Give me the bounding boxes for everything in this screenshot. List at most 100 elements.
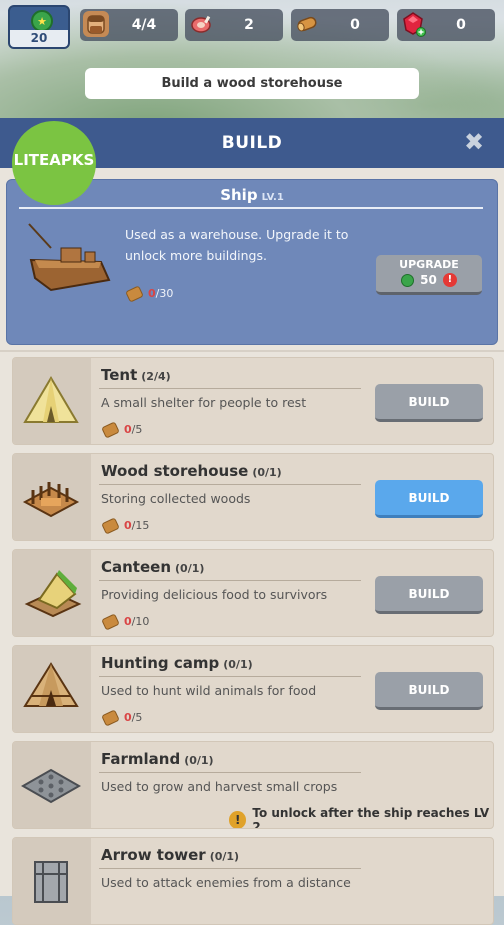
building-description: Storing collected woods: [101, 491, 251, 506]
divider: [99, 484, 361, 485]
watermark-text: LITEAPKS: [13, 151, 95, 169]
building-row-arrow-tower[interactable]: Arrow tower (0/1) Used to attack enemies …: [12, 837, 494, 925]
canteen-icon: [24, 570, 82, 618]
divider: [99, 676, 361, 677]
close-icon[interactable]: ✖: [462, 130, 486, 154]
building-thumb: [13, 454, 91, 540]
unlock-requirement: ! To unlock after the ship reaches LV 2: [229, 806, 493, 829]
divider: [99, 388, 361, 389]
wood-log-icon: [101, 420, 120, 439]
cost-have: 0: [124, 711, 132, 724]
building-thumb: [13, 646, 91, 732]
meat-counter[interactable]: 2: [185, 9, 283, 41]
wood-log-icon: [125, 284, 144, 303]
wood-counter[interactable]: 0: [291, 9, 389, 41]
population-value: 4/4: [131, 17, 157, 33]
tent-icon: [23, 376, 79, 423]
cost-have: 0: [124, 423, 132, 436]
building-thumb: [13, 550, 91, 636]
building-title: Canteen: [101, 558, 172, 576]
alert-icon: !: [442, 273, 457, 287]
wood-value: 0: [350, 17, 360, 33]
cost-need: /15: [131, 519, 150, 532]
survivor-icon: [83, 11, 109, 37]
wood-storehouse-icon: [22, 482, 80, 518]
divider: [0, 350, 504, 352]
building-row-tent[interactable]: Tent (2/4) A small shelter for people to …: [12, 357, 494, 445]
quest-banner[interactable]: Build a wood storehouse: [85, 68, 419, 99]
population-counter[interactable]: 4/4: [80, 9, 178, 41]
building-row-wood-storehouse[interactable]: Wood storehouse (0/1) Storing collected w…: [12, 453, 494, 541]
hunting-camp-icon: [23, 662, 79, 707]
build-button[interactable]: BUILD: [375, 384, 483, 422]
upgrade-label: UPGRADE: [399, 258, 459, 271]
building-name: Canteen (0/1): [101, 558, 204, 576]
divider: [99, 772, 361, 773]
building-name: Arrow tower (0/1): [101, 846, 239, 864]
wood-log-icon: [101, 708, 120, 727]
building-cost: 0/5: [101, 708, 143, 727]
ship-level: LV.1: [261, 192, 284, 203]
cost-need: /30: [155, 287, 174, 300]
building-title: Hunting camp: [101, 654, 220, 672]
building-cost: 0/10: [101, 612, 150, 631]
building-row-hunting-camp[interactable]: Hunting camp (0/1) Used to hunt wild anim…: [12, 645, 494, 733]
building-description: Used to hunt wild animals for food: [101, 683, 317, 698]
building-thumb: [13, 742, 91, 828]
player-level-badge[interactable]: ★ 20: [8, 5, 70, 49]
building-row-canteen[interactable]: Canteen (0/1) Providing delicious food to…: [12, 549, 494, 637]
building-count: (0/1): [252, 466, 282, 479]
ship-upgrade-cost: 0/30: [125, 284, 174, 303]
divider: [99, 868, 361, 869]
ship-icon: [28, 223, 111, 292]
building-count: (0/1): [175, 562, 205, 575]
building-count: (0/1): [184, 754, 214, 767]
building-title: Arrow tower: [101, 846, 206, 864]
cost-have: 0: [148, 287, 156, 300]
star-icon: ★: [31, 10, 53, 32]
build-button[interactable]: BUILD: [375, 672, 483, 710]
building-row-farmland[interactable]: Farmland (0/1) Used to grow and harvest s…: [12, 741, 494, 829]
building-description: A small shelter for people to rest: [101, 395, 307, 410]
building-title: Wood storehouse: [101, 462, 249, 480]
building-cost: 0/15: [101, 516, 150, 535]
build-button[interactable]: BUILD: [375, 576, 483, 614]
wood-log-icon: [101, 612, 120, 631]
building-name: Farmland (0/1): [101, 750, 214, 768]
alert-icon: !: [229, 811, 247, 828]
building-count: (0/1): [223, 658, 253, 671]
star-coin-icon: [401, 273, 415, 287]
building-cost: 0/5: [101, 420, 142, 439]
upgrade-cost-value: 50: [420, 273, 437, 287]
cost-need: /10: [131, 615, 150, 628]
build-button[interactable]: BUILD: [375, 480, 483, 518]
cost-have: 0: [124, 615, 132, 628]
building-name: Hunting camp (0/1): [101, 654, 253, 672]
player-level: 20: [10, 30, 68, 47]
building-description: Used to attack enemies from a distance: [101, 875, 351, 890]
wood-log-icon: [294, 11, 320, 37]
watermark-logo: LITEAPKS: [12, 121, 96, 205]
gem-counter[interactable]: 0: [397, 9, 495, 41]
arrow-tower-icon: [34, 861, 68, 903]
divider: [99, 580, 361, 581]
building-count: (0/1): [209, 850, 240, 863]
ship-card: Ship LV.1 Used as a warehouse. Upgrade it…: [6, 179, 498, 345]
building-thumb: [13, 358, 91, 444]
meat-icon: [188, 11, 214, 37]
upgrade-button[interactable]: UPGRADE 50 !: [376, 255, 482, 295]
ship-name: Ship: [220, 186, 258, 204]
unlock-text: To unlock after the ship reaches LV 2: [252, 806, 490, 829]
cost-have: 0: [124, 519, 132, 532]
farmland-icon: [20, 768, 82, 804]
building-description: Used to grow and harvest small crops: [101, 779, 338, 794]
building-name: Wood storehouse (0/1): [101, 462, 282, 480]
upgrade-cost: 50 !: [376, 273, 482, 287]
building-thumb: [13, 838, 91, 924]
divider: [19, 207, 483, 209]
building-title: Tent: [101, 366, 138, 384]
cost-need: /5: [131, 711, 143, 724]
wood-log-icon: [101, 516, 120, 535]
ruby-gem-icon: [400, 11, 426, 37]
building-count: (2/4): [141, 370, 171, 383]
